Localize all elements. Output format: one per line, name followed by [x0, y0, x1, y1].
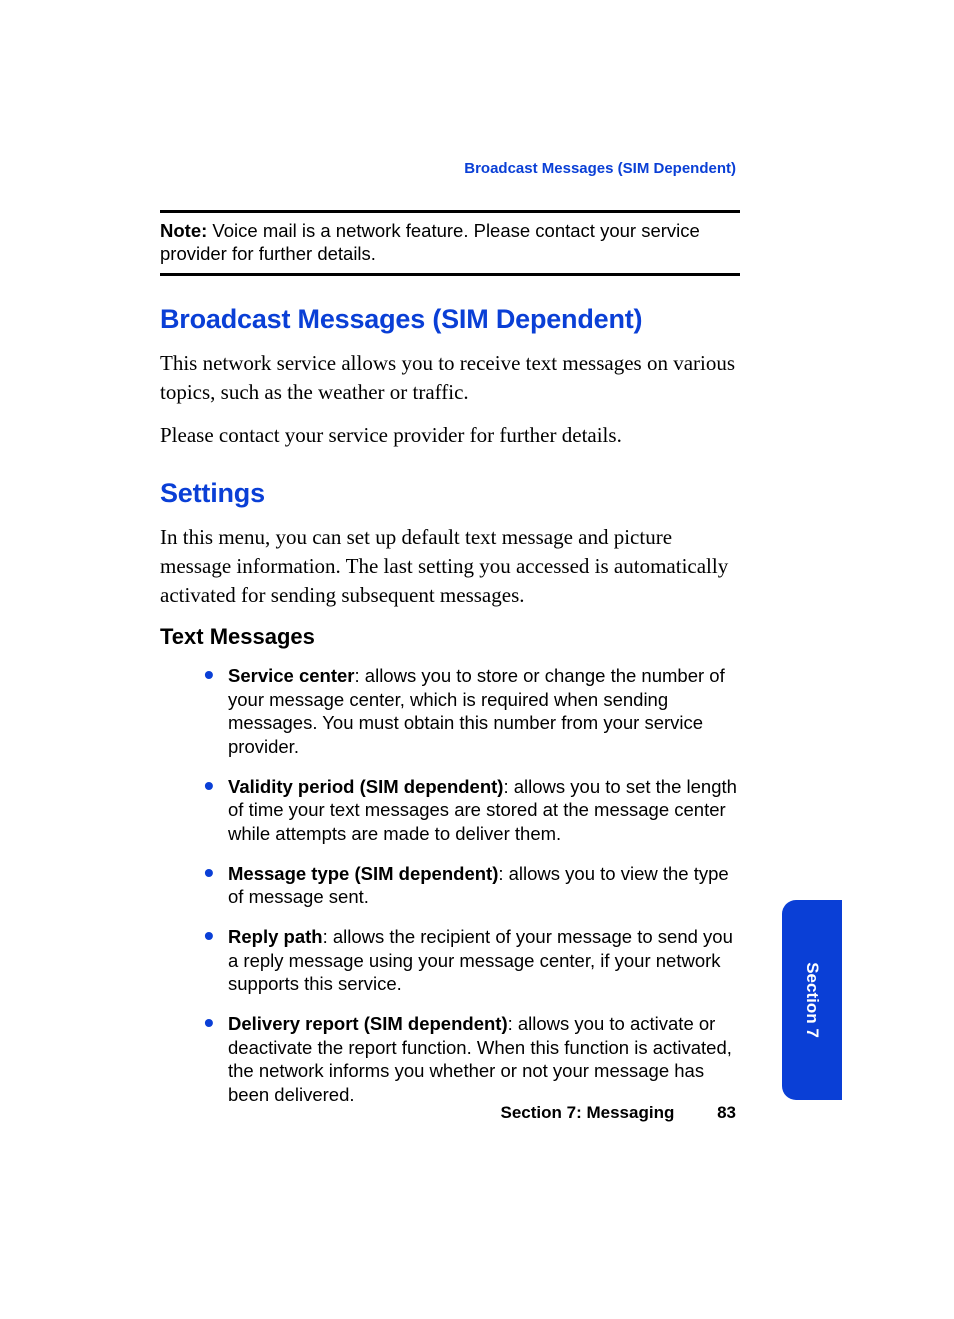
page: Broadcast Messages (SIM Dependent) Note:…: [0, 0, 954, 1319]
text-messages-list: Service center: allows you to store or c…: [160, 664, 740, 1107]
note-body: Voice mail is a network feature. Please …: [160, 220, 700, 264]
note-text: Note: Voice mail is a network feature. P…: [160, 213, 740, 273]
content-area: Note: Voice mail is a network feature. P…: [160, 150, 740, 1123]
note-label: Note:: [160, 220, 207, 241]
list-item-term: Reply path: [228, 926, 323, 947]
page-footer: Section 7: Messaging 83: [501, 1103, 736, 1123]
list-item: Service center: allows you to store or c…: [208, 664, 740, 759]
list-item: Message type (SIM dependent): allows you…: [208, 862, 740, 909]
list-item: Validity period (SIM dependent): allows …: [208, 775, 740, 846]
list-item: Delivery report (SIM dependent): allows …: [208, 1012, 740, 1107]
footer-page-number: 83: [717, 1103, 736, 1123]
note-block: Note: Voice mail is a network feature. P…: [160, 210, 740, 276]
list-item-term: Service center: [228, 665, 355, 686]
section-tab-label: Section 7: [802, 962, 822, 1038]
broadcast-p1: This network service allows you to recei…: [160, 349, 740, 407]
broadcast-p2: Please contact your service provider for…: [160, 421, 740, 450]
rule-bottom: [160, 273, 740, 276]
list-item-term: Message type (SIM dependent): [228, 863, 498, 884]
settings-p1: In this menu, you can set up default tex…: [160, 523, 740, 610]
section-tab: Section 7: [782, 900, 842, 1100]
heading-text-messages: Text Messages: [160, 624, 740, 650]
heading-settings: Settings: [160, 478, 740, 509]
list-item: Reply path: allows the recipient of your…: [208, 925, 740, 996]
footer-section-label: Section 7: Messaging: [501, 1103, 675, 1122]
heading-broadcast: Broadcast Messages (SIM Dependent): [160, 304, 740, 335]
list-item-term: Validity period (SIM dependent): [228, 776, 503, 797]
list-item-term: Delivery report (SIM dependent): [228, 1013, 508, 1034]
